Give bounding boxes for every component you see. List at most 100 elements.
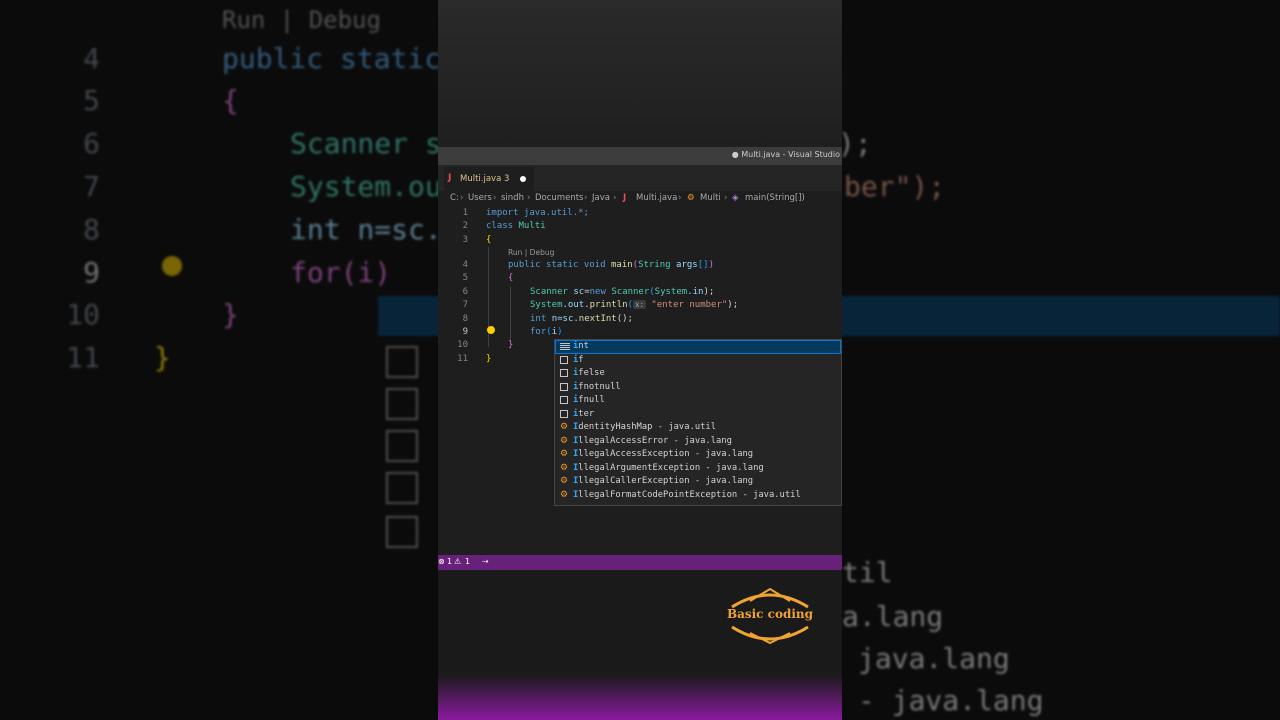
code-token: (); xyxy=(616,314,633,324)
code-token: ) xyxy=(557,327,563,337)
breadcrumb-separator-icon: › xyxy=(678,193,682,203)
suggestion-item[interactable]: if xyxy=(555,354,841,368)
code-token: ) xyxy=(708,260,714,270)
bg-line-number: 7 xyxy=(83,170,100,203)
suggestion-label: int xyxy=(573,341,589,351)
tab-bar: J Multi.java 3 xyxy=(438,165,842,191)
code-token: System xyxy=(654,287,688,297)
tab-label: Multi.java 3 xyxy=(460,174,510,184)
breadcrumb-separator-icon: › xyxy=(613,193,617,203)
line-number: 11 xyxy=(457,354,468,364)
breadcrumb-item[interactable]: Multi.java xyxy=(636,193,677,203)
breadcrumb-separator-icon: › xyxy=(527,193,531,203)
class-icon: ⚙ xyxy=(687,193,695,203)
suggestion-item[interactable]: ⚙ IllegalArgumentException - java.lang xyxy=(555,462,841,476)
breadcrumb-item[interactable]: Multi xyxy=(700,193,721,203)
code-token: class xyxy=(486,221,514,231)
code-token: new xyxy=(589,287,606,297)
status-bar: ⊗ 1 ⚠ 1 ⇢ xyxy=(438,555,842,570)
bg-suggest-text: - java.lang xyxy=(858,684,1044,717)
suggestion-item[interactable]: iter xyxy=(555,408,841,422)
code-line-7: System.out.println(x: "enter number"); xyxy=(530,300,738,310)
bg-snippet-icon xyxy=(386,516,418,548)
breadcrumb-separator-icon: › xyxy=(460,193,464,203)
snippet-icon xyxy=(560,396,568,404)
breadcrumb-separator-icon: › xyxy=(493,193,497,203)
code-line-3: { xyxy=(486,235,492,245)
breadcrumb-item[interactable]: Java xyxy=(592,193,610,203)
snippet-icon xyxy=(560,382,568,391)
method-icon: ◈ xyxy=(732,193,739,203)
code-line-9: for(i) xyxy=(530,327,563,337)
tab-multi-java[interactable]: J Multi.java 3 xyxy=(444,167,534,191)
code-token: for xyxy=(530,327,547,337)
suggestion-item[interactable]: int xyxy=(555,340,841,354)
code-token: public xyxy=(508,260,541,270)
java-icon: J xyxy=(448,173,452,183)
code-token: ); xyxy=(703,287,715,297)
bg-snippet-icon xyxy=(386,346,418,378)
suggestion-item[interactable]: ifnotnull xyxy=(555,381,841,395)
window-title: ● Multi.java - Visual Studio xyxy=(731,150,840,159)
suggestion-item[interactable]: ifnull xyxy=(555,394,841,408)
unsaved-dot-icon[interactable] xyxy=(520,176,526,182)
bg-snippet-icon xyxy=(386,430,418,462)
keyword-icon xyxy=(560,342,570,350)
warning-count[interactable]: 1 xyxy=(465,557,470,566)
blurred-header xyxy=(438,0,842,147)
breadcrumb-item[interactable]: Documents xyxy=(535,193,583,203)
suggestion-label: ifnotnull xyxy=(573,381,621,392)
code-token: "enter number" xyxy=(651,300,728,310)
line-number: 1 xyxy=(462,208,468,218)
code-token: .out. xyxy=(562,300,590,310)
suggestion-label: ifelse xyxy=(573,368,605,378)
bg-line-number: 5 xyxy=(83,84,100,117)
suggestion-item[interactable]: ⚙ IllegalFormatCodePointException - java… xyxy=(555,489,841,503)
breadcrumb-item[interactable]: C: xyxy=(450,193,459,203)
suggestion-label: iter xyxy=(573,408,595,419)
suggestion-item[interactable]: ⚙ IllegalAccessException - java.lang xyxy=(555,448,841,462)
bg-codelens: Run | Debug xyxy=(222,6,381,34)
error-count[interactable]: 1 xyxy=(447,557,452,566)
class-icon: ⚙ xyxy=(560,449,569,459)
warning-icon[interactable]: ⚠ xyxy=(454,557,461,566)
code-token: .in xyxy=(687,287,704,297)
code-token: sc xyxy=(573,287,585,297)
suggest-widget[interactable]: int if ifelse ifnotnull ifnull iter ⚙ Id… xyxy=(554,339,842,506)
lightbulb-icon[interactable] xyxy=(487,326,495,334)
bg-suggest-text: til xyxy=(842,556,893,589)
suggestion-item[interactable]: ⚙ IllegalCallerException - java.lang xyxy=(555,475,841,489)
suggestion-item[interactable]: ⚙ IdentityHashMap - java.util xyxy=(555,421,841,435)
bg-code-right: ); xyxy=(838,127,872,160)
breadcrumb-item[interactable]: main(String[]) xyxy=(745,193,805,203)
bg-brace: } xyxy=(222,298,239,331)
bg-line-number: 6 xyxy=(83,127,100,160)
error-icon[interactable]: ⊗ xyxy=(438,557,445,566)
breadcrumb-item[interactable]: sindh xyxy=(501,193,524,203)
code-line-10: } xyxy=(508,340,514,350)
line-number: 9 xyxy=(462,327,468,337)
code-token: void xyxy=(583,260,606,270)
line-number: 6 xyxy=(462,287,468,297)
code-line-8: int n=sc.nextInt(); xyxy=(530,314,633,324)
line-number: 2 xyxy=(462,221,468,231)
codelens-run-debug[interactable]: Run | Debug xyxy=(508,248,554,257)
suggestion-label: IllegalAccessException - java.lang xyxy=(573,449,754,459)
suggestion-item[interactable]: ifelse xyxy=(555,367,841,381)
code-line-5: { xyxy=(508,273,514,283)
suggestion-item[interactable]: ⚙ IllegalAccessError - java.lang xyxy=(555,435,841,449)
class-icon: ⚙ xyxy=(560,476,569,486)
bg-snippet-icon xyxy=(386,388,418,420)
remote-icon[interactable]: ⇢ xyxy=(482,557,489,566)
line-number: 8 xyxy=(462,314,468,324)
line-number: 7 xyxy=(462,300,468,310)
vscode-window: ● Multi.java - Visual Studio J Multi.jav… xyxy=(438,0,842,720)
bg-suggest-text: a.lang xyxy=(842,600,944,633)
class-icon: ⚙ xyxy=(560,489,569,500)
breadcrumb-item[interactable]: Users xyxy=(468,193,492,203)
bg-code: public static xyxy=(222,42,442,75)
suggestion-label: ifnull xyxy=(573,395,605,405)
code-token: ); xyxy=(727,300,739,310)
code-line-11: } xyxy=(486,354,492,364)
class-icon: ⚙ xyxy=(560,462,569,473)
